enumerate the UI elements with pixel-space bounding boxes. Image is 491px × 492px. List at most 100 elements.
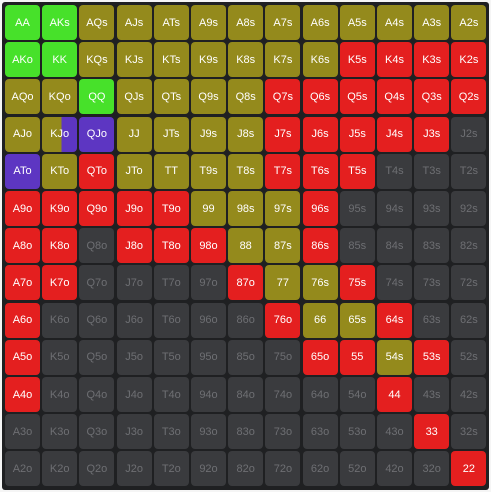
hand-cell-95s[interactable]: 95s xyxy=(339,191,375,226)
hand-cell-q8s[interactable]: Q8s xyxy=(228,79,264,115)
hand-cell-q6s[interactable]: Q6s xyxy=(302,79,338,115)
hand-cell-t2s[interactable]: T2s xyxy=(451,153,487,189)
hand-cell-42o[interactable]: 42o xyxy=(377,451,412,487)
hand-cell-kts[interactable]: KTs xyxy=(153,42,189,78)
hand-cell-82s[interactable]: 82s xyxy=(451,228,487,264)
hand-cell-j8o[interactable]: J8o xyxy=(116,228,152,264)
hand-cell-aqo[interactable]: AQo xyxy=(5,79,40,115)
hand-cell-74s[interactable]: 74s xyxy=(377,265,412,301)
hand-cell-62o[interactable]: 62o xyxy=(302,451,338,487)
hand-cell-qjs[interactable]: QJs xyxy=(116,79,152,115)
hand-cell-64s[interactable]: 64s xyxy=(377,302,412,338)
hand-cell-97s[interactable]: 97s xyxy=(265,191,301,226)
hand-cell-k2s[interactable]: K2s xyxy=(451,42,487,78)
hand-cell-k7o[interactable]: K7o xyxy=(42,265,78,301)
hand-cell-33[interactable]: 33 xyxy=(414,414,450,450)
hand-cell-a4o[interactable]: A4o xyxy=(5,377,40,412)
hand-cell-aqs[interactable]: AQs xyxy=(79,5,115,40)
hand-cell-a5o[interactable]: A5o xyxy=(5,339,40,375)
hand-cell-96s[interactable]: 96s xyxy=(302,191,338,226)
hand-cell-ajo[interactable]: AJo xyxy=(5,116,40,152)
hand-cell-72s[interactable]: 72s xyxy=(451,265,487,301)
hand-cell-75o[interactable]: 75o xyxy=(265,339,301,375)
hand-cell-q7s[interactable]: Q7s xyxy=(265,79,301,115)
hand-cell-92o[interactable]: 92o xyxy=(191,451,226,487)
hand-cell-k2o[interactable]: K2o xyxy=(42,451,78,487)
hand-cell-q2o[interactable]: Q2o xyxy=(79,451,115,487)
hand-cell-j5o[interactable]: J5o xyxy=(116,339,152,375)
hand-cell-99[interactable]: 99 xyxy=(191,191,226,226)
hand-cell-aa[interactable]: AA xyxy=(5,5,40,40)
hand-cell-k3o[interactable]: K3o xyxy=(42,414,78,450)
hand-cell-76o[interactable]: 76o xyxy=(265,302,301,338)
hand-cell-64o[interactable]: 64o xyxy=(302,377,338,412)
hand-cell-kto[interactable]: KTo xyxy=(42,153,78,189)
hand-cell-a6s[interactable]: A6s xyxy=(302,5,338,40)
hand-cell-q9o[interactable]: Q9o xyxy=(79,191,115,226)
hand-cell-94s[interactable]: 94s xyxy=(377,191,412,226)
hand-cell-j4s[interactable]: J4s xyxy=(377,116,412,152)
hand-cell-t3o[interactable]: T3o xyxy=(153,414,189,450)
hand-cell-qq[interactable]: QQ xyxy=(79,79,115,115)
hand-cell-63o[interactable]: 63o xyxy=(302,414,338,450)
hand-cell-97o[interactable]: 97o xyxy=(191,265,226,301)
hand-cell-32o[interactable]: 32o xyxy=(414,451,450,487)
hand-cell-87s[interactable]: 87s xyxy=(265,228,301,264)
hand-cell-74o[interactable]: 74o xyxy=(265,377,301,412)
hand-cell-q7o[interactable]: Q7o xyxy=(79,265,115,301)
hand-cell-a2s[interactable]: A2s xyxy=(451,5,487,40)
hand-cell-ako[interactable]: AKo xyxy=(5,42,40,78)
hand-cell-84o[interactable]: 84o xyxy=(228,377,264,412)
hand-cell-54s[interactable]: 54s xyxy=(377,339,412,375)
hand-cell-j3s[interactable]: J3s xyxy=(414,116,450,152)
hand-cell-qto[interactable]: QTo xyxy=(79,153,115,189)
hand-cell-73s[interactable]: 73s xyxy=(414,265,450,301)
hand-cell-k5o[interactable]: K5o xyxy=(42,339,78,375)
hand-cell-a8o[interactable]: A8o xyxy=(5,228,40,264)
hand-cell-95o[interactable]: 95o xyxy=(191,339,226,375)
hand-cell-83s[interactable]: 83s xyxy=(414,228,450,264)
hand-cell-ats[interactable]: ATs xyxy=(153,5,189,40)
hand-cell-kk[interactable]: KK xyxy=(42,42,78,78)
hand-cell-k6o[interactable]: K6o xyxy=(42,302,78,338)
hand-cell-k6s[interactable]: K6s xyxy=(302,42,338,78)
hand-cell-a4s[interactable]: A4s xyxy=(377,5,412,40)
hand-cell-44[interactable]: 44 xyxy=(377,377,412,412)
hand-cell-93s[interactable]: 93s xyxy=(414,191,450,226)
hand-cell-k8s[interactable]: K8s xyxy=(228,42,264,78)
hand-cell-qts[interactable]: QTs xyxy=(153,79,189,115)
hand-cell-j3o[interactable]: J3o xyxy=(116,414,152,450)
hand-cell-q4s[interactable]: Q4s xyxy=(377,79,412,115)
hand-cell-kqs[interactable]: KQs xyxy=(79,42,115,78)
hand-cell-42s[interactable]: 42s xyxy=(451,377,487,412)
hand-cell-t9o[interactable]: T9o xyxy=(153,191,189,226)
hand-cell-t9s[interactable]: T9s xyxy=(191,153,226,189)
hand-cell-j8s[interactable]: J8s xyxy=(228,116,264,152)
hand-cell-t5s[interactable]: T5s xyxy=(339,153,375,189)
hand-cell-43s[interactable]: 43s xyxy=(414,377,450,412)
hand-cell-q3s[interactable]: Q3s xyxy=(414,79,450,115)
hand-cell-qjo[interactable]: QJo xyxy=(79,116,115,152)
hand-cell-86s[interactable]: 86s xyxy=(302,228,338,264)
hand-cell-j7o[interactable]: J7o xyxy=(116,265,152,301)
hand-cell-q6o[interactable]: Q6o xyxy=(79,302,115,338)
hand-cell-t2o[interactable]: T2o xyxy=(153,451,189,487)
hand-cell-j2s[interactable]: J2s xyxy=(451,116,487,152)
hand-cell-84s[interactable]: 84s xyxy=(377,228,412,264)
hand-cell-55[interactable]: 55 xyxy=(339,339,375,375)
hand-cell-a9s[interactable]: A9s xyxy=(191,5,226,40)
hand-cell-t4o[interactable]: T4o xyxy=(153,377,189,412)
hand-cell-q4o[interactable]: Q4o xyxy=(79,377,115,412)
hand-cell-kqo[interactable]: KQo xyxy=(42,79,78,115)
hand-cell-52s[interactable]: 52s xyxy=(451,339,487,375)
hand-cell-j6s[interactable]: J6s xyxy=(302,116,338,152)
hand-cell-98o[interactable]: 98o xyxy=(191,228,226,264)
hand-cell-kjs[interactable]: KJs xyxy=(116,42,152,78)
hand-cell-73o[interactable]: 73o xyxy=(265,414,301,450)
hand-cell-j7s[interactable]: J7s xyxy=(265,116,301,152)
hand-cell-j2o[interactable]: J2o xyxy=(116,451,152,487)
hand-cell-t5o[interactable]: T5o xyxy=(153,339,189,375)
hand-cell-t4s[interactable]: T4s xyxy=(377,153,412,189)
hand-cell-t3s[interactable]: T3s xyxy=(414,153,450,189)
hand-cell-83o[interactable]: 83o xyxy=(228,414,264,450)
